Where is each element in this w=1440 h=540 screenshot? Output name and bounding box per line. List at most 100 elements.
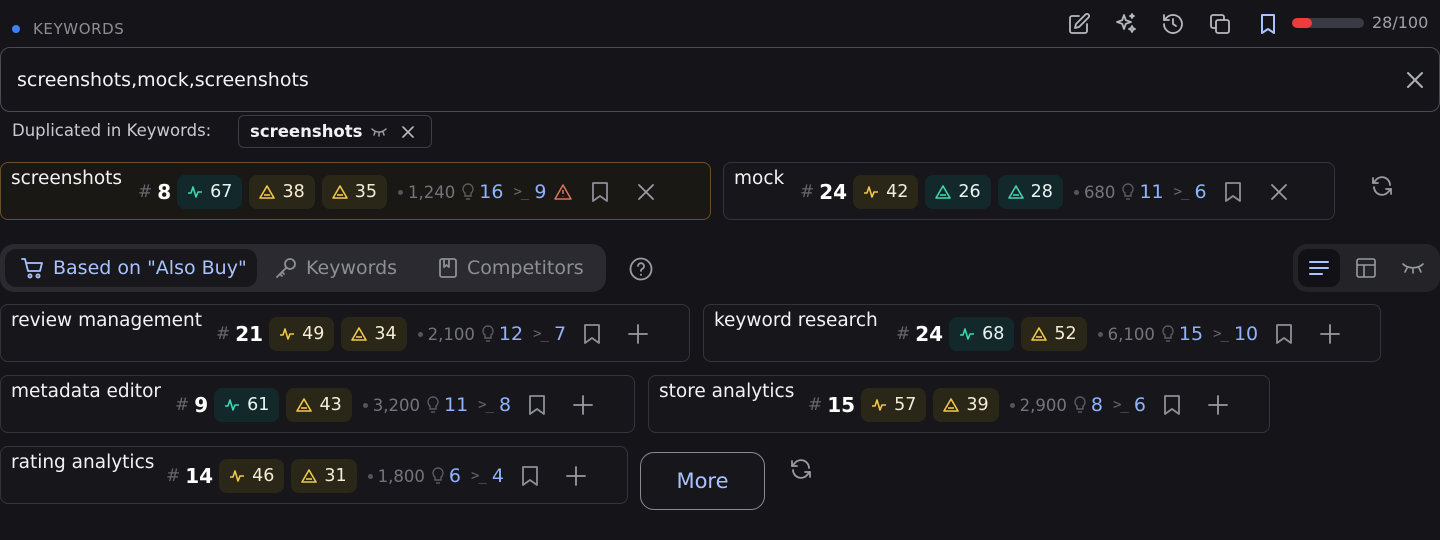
competition-value: 35	[354, 182, 378, 202]
add-keyword-button[interactable]	[624, 320, 652, 348]
clear-input-button[interactable]	[1401, 66, 1429, 94]
ideas-count: 6	[448, 465, 461, 487]
plus-icon	[1208, 395, 1228, 415]
list-icon	[1309, 261, 1329, 275]
ideas-count: 16	[479, 181, 504, 203]
difficulty-pill: 43	[286, 388, 352, 422]
ideas-count: 15	[1178, 323, 1204, 345]
duplicates-label: Duplicated in Keywords:	[12, 121, 212, 140]
selected-keyword-card: screenshots # 8 67 38 35 1,240 16 >_ 9	[0, 162, 711, 220]
bookmark-keyword-button[interactable]	[1219, 178, 1247, 206]
plus-icon	[573, 395, 594, 415]
add-keyword-button[interactable]	[562, 462, 590, 490]
tab-competitors[interactable]: Competitors	[437, 249, 584, 287]
plus-icon	[1320, 324, 1341, 344]
bookmark-keyword-button[interactable]	[516, 462, 544, 490]
popularity-value: 49	[302, 324, 325, 344]
history-icon[interactable]	[1159, 10, 1187, 38]
sparkles-icon[interactable]	[1112, 10, 1140, 38]
keyword-name: rating analytics	[11, 452, 155, 473]
popularity-pill: 61	[214, 388, 280, 422]
quota-progress-text: 28/100	[1372, 13, 1429, 32]
hash-icon: #	[175, 395, 190, 415]
warning-icon	[296, 398, 313, 412]
eye-closed-icon[interactable]	[370, 126, 388, 138]
tab-keywords[interactable]: Keywords	[274, 249, 397, 287]
table-view-button[interactable]	[1345, 249, 1387, 287]
difficulty-value: 43	[319, 395, 342, 415]
popularity-value: 61	[247, 395, 270, 415]
lightbulb-icon	[1073, 396, 1087, 414]
terminal-icon: >_	[478, 397, 494, 413]
tab-label: Based on "Also Buy"	[53, 257, 247, 279]
bookmark-keyword-button[interactable]	[578, 320, 606, 348]
keyword-name: screenshots	[11, 168, 123, 189]
search-volume: 3,200	[372, 395, 420, 415]
search-volume: 6,100	[1107, 324, 1155, 344]
popularity-pill: 68	[949, 317, 1015, 351]
list-view-button[interactable]	[1298, 249, 1340, 287]
command-count: 7	[553, 323, 567, 345]
keyword-metrics: # 24 68 52 6,100 15 >_ 10	[896, 317, 1344, 351]
popularity-value: 68	[982, 324, 1005, 344]
add-keyword-button[interactable]	[1316, 320, 1344, 348]
bookmark-icon	[1276, 324, 1293, 344]
bookmark-keyword-button[interactable]	[586, 178, 614, 206]
difficulty-value: 31	[324, 466, 347, 486]
popularity-pill: 57	[861, 388, 927, 422]
ideas-count: 12	[498, 323, 524, 345]
warning-icon	[1007, 185, 1024, 199]
pulse-icon	[872, 399, 887, 411]
terminal-icon: >_	[533, 326, 549, 342]
refresh-icon	[791, 459, 811, 479]
warning-icon	[351, 327, 368, 341]
hash-icon: #	[166, 466, 181, 486]
bookmark-icon[interactable]	[1254, 10, 1282, 38]
warning-icon	[935, 185, 952, 199]
warning-icon	[331, 185, 348, 199]
pulse-icon	[230, 470, 245, 482]
plus-icon	[566, 466, 586, 486]
close-icon	[1407, 72, 1423, 88]
separator-dot	[417, 331, 423, 337]
terminal-icon: >_	[1213, 326, 1229, 342]
copy-icon[interactable]	[1206, 10, 1234, 38]
command-count: 10	[1233, 323, 1259, 345]
bookmark-keyword-button[interactable]	[523, 391, 551, 419]
lightbulb-icon	[1121, 183, 1135, 201]
difficulty-pill: 26	[925, 175, 991, 209]
edit-icon[interactable]	[1065, 10, 1093, 38]
remove-keyword-button[interactable]	[1265, 178, 1293, 206]
competition-value: 28	[1030, 182, 1053, 202]
bookmark-keyword-button[interactable]	[1270, 320, 1298, 348]
add-keyword-button[interactable]	[569, 391, 597, 419]
hash-icon: #	[800, 182, 815, 202]
bookmark-icon	[592, 182, 609, 202]
lightbulb-icon	[1161, 325, 1175, 343]
remove-duplicate-icon[interactable]	[402, 125, 415, 138]
keyword-rank: 14	[185, 464, 214, 488]
tab-also-buy[interactable]: Based on "Also Buy"	[5, 249, 257, 287]
more-button[interactable]: More	[640, 452, 765, 510]
pulse-icon	[188, 186, 203, 198]
separator-dot	[1097, 331, 1103, 337]
refresh-selected-button[interactable]	[1368, 172, 1396, 200]
remove-keyword-button[interactable]	[632, 178, 660, 206]
pulse-icon	[225, 399, 240, 411]
hash-icon: #	[216, 324, 231, 344]
help-icon[interactable]	[628, 256, 654, 282]
close-icon	[638, 184, 655, 200]
popularity-value: 57	[894, 395, 917, 415]
hide-view-button[interactable]	[1392, 249, 1434, 287]
add-keyword-button[interactable]	[1204, 391, 1232, 419]
keywords-input[interactable]	[17, 66, 1377, 94]
refresh-suggestions-button[interactable]	[787, 455, 815, 483]
popularity-value: 46	[252, 466, 275, 486]
refresh-icon	[1372, 176, 1392, 196]
difficulty-pill: 38	[249, 175, 315, 209]
search-volume: 2,900	[1019, 395, 1067, 415]
bookmark-keyword-button[interactable]	[1158, 391, 1186, 419]
view-mode-switch	[1293, 244, 1440, 292]
keywords-input-box	[0, 47, 1440, 112]
separator-dot	[1009, 402, 1015, 408]
